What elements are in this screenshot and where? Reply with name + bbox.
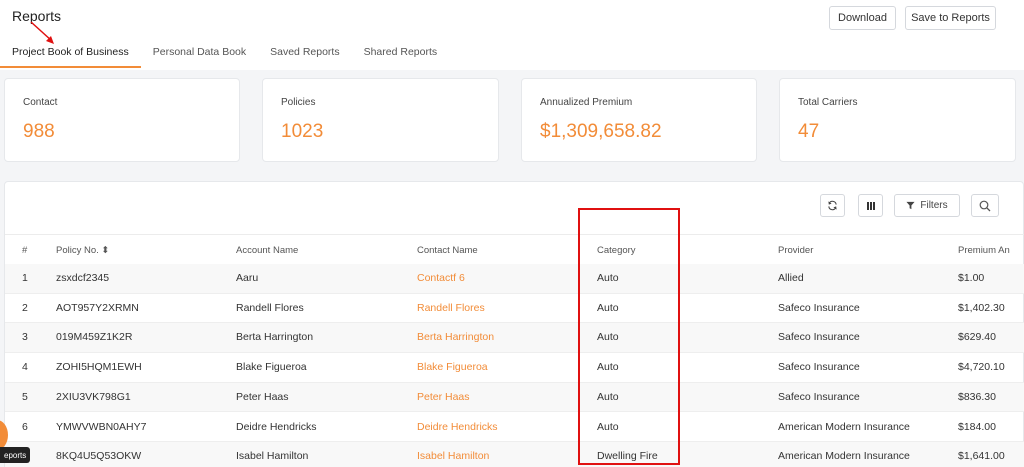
tab-shared-reports[interactable]: Shared Reports bbox=[352, 40, 450, 68]
card-label: Annualized Premium bbox=[540, 97, 633, 108]
cell-account-name: Deidre Hendricks bbox=[236, 420, 317, 433]
category-highlight-box bbox=[578, 208, 680, 465]
summary-cards: Contact 988 Policies 1023 Annualized Pre… bbox=[0, 78, 1024, 164]
card-value: 47 bbox=[798, 121, 820, 142]
table-row[interactable]: 2 AOT957Y2XRMN Randell Flores Randell Fl… bbox=[5, 294, 1024, 324]
table-toolbar: Filters bbox=[5, 194, 1024, 218]
card-value: 1023 bbox=[281, 121, 324, 142]
cell-policy-no: YMWVWBN0AHY7 bbox=[56, 420, 147, 433]
download-button[interactable]: Download bbox=[829, 6, 896, 30]
table-row[interactable]: 4 ZOHI5HQM1EWH Blake Figueroa Blake Figu… bbox=[5, 353, 1024, 383]
cell-account-name: Randell Flores bbox=[236, 301, 304, 314]
columns-icon bbox=[866, 201, 875, 210]
cell-contact-link[interactable]: Blake Figueroa bbox=[417, 361, 488, 373]
cell-index: 5 bbox=[22, 390, 28, 403]
cell-premium: $1.00 bbox=[958, 272, 985, 284]
card-contact: Contact 988 bbox=[4, 78, 240, 162]
cell-premium: $1,402.30 bbox=[958, 301, 1005, 314]
card-label: Contact bbox=[23, 97, 58, 108]
header-index: # bbox=[22, 245, 28, 256]
cell-policy-no: 2XIU3VK798G1 bbox=[56, 390, 131, 403]
cell-contact-link[interactable]: Randell Flores bbox=[417, 302, 485, 314]
cell-provider: Safeco Insurance bbox=[778, 361, 860, 374]
card-value: $1,309,658.82 bbox=[540, 121, 662, 142]
cell-provider: Safeco Insurance bbox=[778, 331, 860, 344]
cell-premium: $629.40 bbox=[958, 331, 996, 344]
cell-policy-no: 019M459Z1K2R bbox=[56, 331, 133, 344]
cell-account-name: Berta Harrington bbox=[236, 331, 314, 344]
cell-contact-link[interactable]: Deidre Hendricks bbox=[417, 421, 498, 433]
card-label: Policies bbox=[281, 97, 316, 108]
cell-policy-no: 8KQ4U5Q53OKW bbox=[56, 450, 142, 463]
cell-account-name: Aaru bbox=[236, 272, 259, 284]
tab-personal-data-book[interactable]: Personal Data Book bbox=[141, 40, 258, 68]
filter-icon bbox=[906, 201, 915, 210]
cell-index: 3 bbox=[22, 331, 28, 344]
cell-provider: American Modern Insurance bbox=[778, 450, 910, 463]
columns-button[interactable] bbox=[858, 194, 883, 217]
cell-provider: Safeco Insurance bbox=[778, 390, 860, 403]
page-header: Reports Download Save to Reports Project… bbox=[0, 0, 1024, 70]
filters-button[interactable]: Filters bbox=[894, 194, 960, 217]
cell-contact-link[interactable]: Contactf 6 bbox=[417, 272, 465, 284]
header-contact-name[interactable]: Contact Name bbox=[417, 245, 478, 256]
cell-policy-no: ZOHI5HQM1EWH bbox=[56, 361, 142, 374]
search-button[interactable] bbox=[971, 194, 999, 217]
reports-tooltip: eports bbox=[0, 447, 31, 463]
table-header: # Policy No. ⬍ Account Name Contact Name… bbox=[5, 234, 1024, 264]
table-row[interactable]: 3 019M459Z1K2R Berta Harrington Berta Ha… bbox=[5, 323, 1024, 354]
save-to-reports-button[interactable]: Save to Reports bbox=[905, 6, 996, 30]
header-account-name[interactable]: Account Name bbox=[236, 245, 298, 256]
table-row[interactable]: 5 2XIU3VK798G1 Peter Haas Peter Haas Aut… bbox=[5, 382, 1024, 413]
search-icon bbox=[979, 200, 991, 211]
report-tabs: Project Book of Business Personal Data B… bbox=[0, 40, 449, 68]
cell-premium: $184.00 bbox=[958, 420, 996, 433]
header-policy-no[interactable]: Policy No. ⬍ bbox=[56, 245, 109, 256]
cell-index: 1 bbox=[22, 272, 28, 284]
cell-account-name: Isabel Hamilton bbox=[236, 450, 309, 463]
tab-project-book[interactable]: Project Book of Business bbox=[0, 40, 141, 68]
cell-contact-link[interactable]: Berta Harrington bbox=[417, 331, 494, 343]
cell-index: 6 bbox=[22, 420, 28, 433]
annotation-arrow-icon bbox=[30, 21, 54, 44]
card-annualized-premium: Annualized Premium $1,309,658.82 bbox=[521, 78, 757, 162]
card-policies: Policies 1023 bbox=[262, 78, 499, 162]
cell-premium: $836.30 bbox=[958, 390, 996, 403]
card-value: 988 bbox=[23, 121, 55, 142]
tab-saved-reports[interactable]: Saved Reports bbox=[258, 40, 351, 68]
cell-contact-link[interactable]: Isabel Hamilton bbox=[417, 450, 489, 462]
cell-provider: American Modern Insurance bbox=[778, 420, 910, 433]
cell-account-name: Blake Figueroa bbox=[236, 361, 307, 374]
filters-label: Filters bbox=[920, 200, 948, 211]
refresh-icon bbox=[828, 200, 837, 211]
table-row[interactable]: 8KQ4U5Q53OKW Isabel Hamilton Isabel Hami… bbox=[5, 442, 1024, 467]
cell-provider: Allied bbox=[778, 272, 804, 284]
policies-table-panel: Filters # Policy No. ⬍ Account Name Cont… bbox=[4, 181, 1024, 467]
cell-index: 4 bbox=[22, 361, 28, 374]
refresh-button[interactable] bbox=[820, 194, 845, 217]
cell-policy-no: zsxdcf2345 bbox=[56, 272, 110, 284]
card-total-carriers: Total Carriers 47 bbox=[779, 78, 1016, 162]
header-provider[interactable]: Provider bbox=[778, 245, 813, 256]
cell-premium: $4,720.10 bbox=[958, 361, 1005, 374]
cell-provider: Safeco Insurance bbox=[778, 301, 860, 314]
cell-premium: $1,641.00 bbox=[958, 450, 1005, 463]
header-premium[interactable]: Premium An bbox=[958, 245, 1010, 256]
cell-account-name: Peter Haas bbox=[236, 390, 289, 403]
card-label: Total Carriers bbox=[798, 97, 858, 108]
cell-contact-link[interactable]: Peter Haas bbox=[417, 391, 470, 403]
table-row[interactable]: 1 zsxdcf2345 Aaru Contactf 6 Auto Allied… bbox=[5, 264, 1024, 294]
cell-index: 2 bbox=[22, 301, 28, 314]
table-row[interactable]: 6 YMWVWBN0AHY7 Deidre Hendricks Deidre H… bbox=[5, 413, 1024, 443]
cell-policy-no: AOT957Y2XRMN bbox=[56, 301, 139, 314]
